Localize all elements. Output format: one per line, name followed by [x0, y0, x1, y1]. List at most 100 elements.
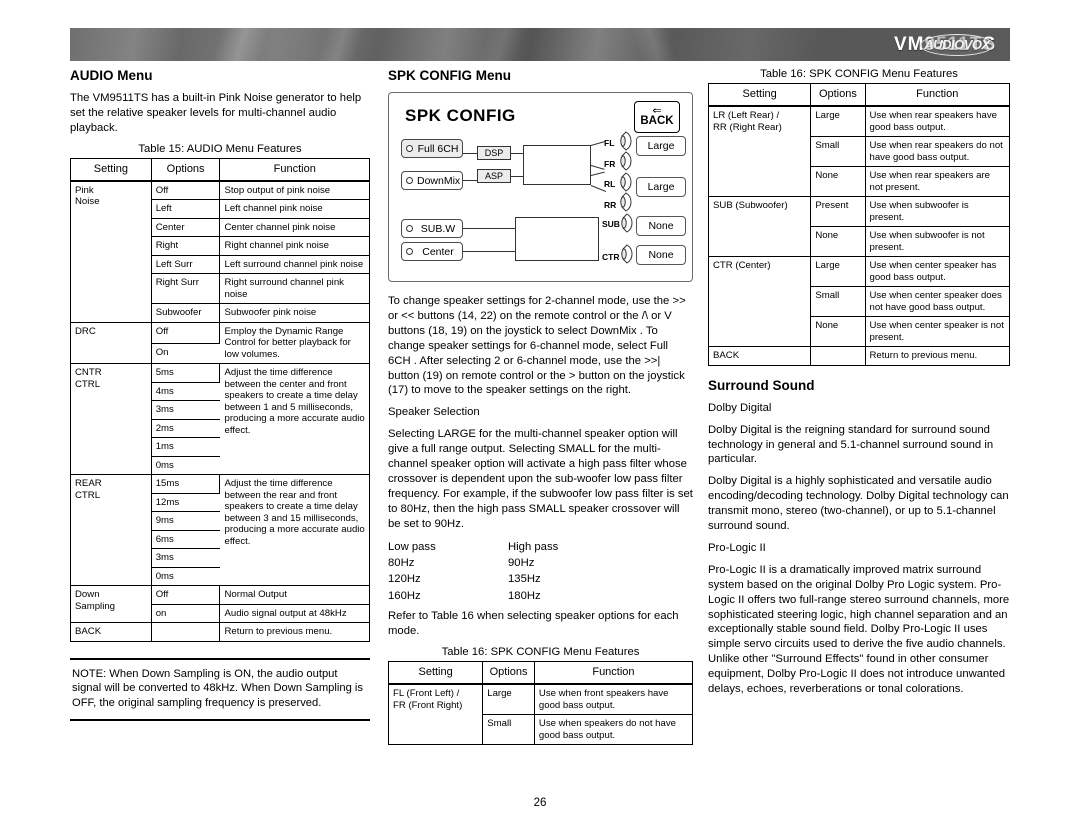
wire-downmix-asp	[463, 180, 477, 182]
cell-setting: REAR CTRL	[70, 474, 152, 587]
cell-function: Subwoofer pink noise	[219, 303, 370, 323]
speaker-tag-rl: RL	[604, 179, 616, 189]
size-label: Large	[647, 140, 675, 152]
size-select-sub[interactable]: None	[636, 216, 686, 236]
manual-page: VM9511TS AUDIOVOX AUDIO Menu The VM9511T…	[0, 0, 1080, 834]
radio-icon	[406, 177, 413, 184]
cell-function: Use when rear speakers have good bass ou…	[865, 106, 1010, 138]
cell-option: None	[810, 316, 866, 348]
speaker-tag-fl: FL	[604, 138, 615, 148]
source-option-subw[interactable]: SUB.W	[401, 219, 463, 238]
cell-function: Use when center speaker has good bass ou…	[865, 256, 1010, 288]
cell-option: Right	[151, 236, 221, 256]
mode-option-label: DownMix	[417, 174, 461, 187]
cell-function: Use when subwoofer is not present.	[865, 226, 1010, 258]
cell-function: Use when rear speakers are not present.	[865, 166, 1010, 198]
size-select-ctr[interactable]: None	[636, 245, 686, 265]
col-header-setting: Setting	[70, 158, 152, 182]
col-header-function: Function	[534, 661, 693, 686]
page-header-banner: VM9511TS AUDIOVOX	[70, 28, 1010, 61]
cell-function: Left channel pink noise	[219, 199, 370, 219]
cell-setting: FL (Front Left) / FR (Front Right)	[388, 684, 484, 746]
processor-dsp: DSP	[477, 146, 511, 160]
table-row: LR (Left Rear) / RR (Right Rear) Large Use…	[708, 106, 1010, 198]
cell-option: Off	[151, 180, 221, 201]
cell-function: Stop output of pink noise	[219, 180, 370, 201]
speaker-icon-rl	[620, 172, 632, 192]
pass-row: 120Hz 135Hz	[388, 571, 693, 587]
cell-setting: BACK	[708, 346, 812, 366]
source-option-center[interactable]: Center	[401, 242, 463, 261]
cell-function: Use when rear speakers do not have good …	[865, 136, 1010, 168]
table-header-row: Setting Options Function	[708, 83, 1010, 108]
cell-function: Center channel pink noise	[219, 218, 370, 238]
cell-function: Use when center speaker is not present.	[865, 316, 1010, 348]
branch-fl	[590, 141, 605, 147]
center-column: SPK CONFIG Menu SPK CONFIG ⇐ BACK Full 6…	[388, 68, 693, 746]
spk-config-table-right: Setting Options Function LR (Left Rear) …	[708, 83, 1010, 366]
brand-logo: AUDIOVOX	[920, 33, 994, 56]
dolby-digital-paragraph-1: Dolby Digital is the reigning standard f…	[708, 423, 994, 466]
cell-function: Normal Output	[219, 585, 370, 605]
screen-title: SPK CONFIG	[405, 106, 516, 125]
table-15-caption: Table 15: AUDIO Menu Features	[138, 142, 302, 155]
cell-option: 3ms	[151, 400, 220, 420]
left-column: AUDIO Menu The VM9511TS has a built-in P…	[70, 68, 370, 721]
spk-config-table-center-body: FL (Front Left) / FR (Front Right) Large U…	[388, 684, 693, 746]
back-button[interactable]: ⇐ BACK	[634, 101, 680, 133]
table-header-row: Setting Options Function	[70, 158, 370, 182]
mode-option-downmix[interactable]: DownMix	[401, 171, 463, 190]
spk-config-paragraph-3: Refer to Table 16 when selecting speaker…	[388, 610, 679, 637]
cell-option: Off	[151, 322, 221, 344]
mode-option-full6ch[interactable]: Full 6CH	[401, 139, 463, 158]
spk-config-paragraph-1: To change speaker settings for 2-channel…	[388, 295, 686, 397]
cell-function: Return to previous menu.	[869, 350, 978, 362]
audio-menu-table-body: Pink Noise Off Stop output of pink noise Le…	[70, 180, 370, 642]
cell-option: 1ms	[151, 437, 220, 457]
wire-dsp-bus	[511, 153, 523, 155]
pass-row: 80Hz 90Hz	[388, 555, 693, 571]
cell-option: Large	[810, 256, 866, 288]
cell-function: Employ the Dynamic Range Control for bet…	[219, 322, 370, 365]
cell-setting: CNTR CTRL	[70, 363, 152, 476]
col-header-setting: Setting	[708, 83, 812, 108]
size-select-rear[interactable]: Large	[636, 177, 686, 197]
cell-option: Small	[482, 714, 535, 745]
mode-option-label: Full 6CH	[417, 142, 459, 155]
table-row: CNTR CTRL 5ms Adjust the time difference b…	[70, 363, 370, 476]
note-text: NOTE: When Down Sampling is ON, the audi…	[72, 667, 364, 710]
cell-setting: DRC	[70, 322, 152, 365]
radio-icon	[406, 145, 413, 152]
col-header-function: Function	[865, 83, 1010, 108]
high-pass-value: 180Hz	[508, 589, 541, 602]
table-row: Pink Noise Off Stop output of pink noise	[70, 180, 370, 323]
high-pass-header: High pass	[508, 540, 559, 553]
speaker-tag-fr: FR	[604, 159, 616, 169]
cell-option: Center	[151, 218, 221, 238]
cell-option: None	[810, 166, 866, 198]
routing-bus-upper	[523, 145, 591, 185]
cell-option: Right Surr	[151, 273, 221, 305]
right-column: Table 16: SPK CONFIG Menu Features Setti…	[708, 68, 1010, 704]
wire-asp-bus	[511, 176, 523, 178]
speaker-tag-rr: RR	[604, 200, 617, 210]
radio-icon	[406, 248, 413, 255]
cell-setting: SUB (Subwoofer)	[708, 196, 812, 258]
size-label: Large	[647, 181, 675, 193]
cell-option: on	[151, 604, 221, 624]
down-sampling-note: NOTE: When Down Sampling is ON, the audi…	[70, 657, 370, 721]
table-row: BACK Return to previous menu.	[708, 346, 1010, 366]
cell-option: Large	[810, 106, 866, 138]
low-pass-value: 80Hz	[388, 556, 415, 569]
size-select-front[interactable]: Large	[636, 136, 686, 156]
speaker-icon-sub	[621, 213, 633, 233]
cell-option: 0ms	[151, 456, 220, 476]
cell-option: 0ms	[151, 567, 220, 587]
cell-function: Audio signal output at 48kHz	[219, 604, 370, 624]
branch-fr	[590, 165, 605, 170]
table-row: CTR (Center) Large Use when center speaker…	[708, 256, 1010, 348]
size-label: None	[648, 249, 674, 261]
speaker-tag-ctr: CTR	[602, 252, 620, 262]
spk-config-paragraph-2: Selecting LARGE for the multi-channel sp…	[388, 428, 693, 530]
table-row: SUB (Subwoofer) Present Use when subwoofer…	[708, 196, 1010, 258]
